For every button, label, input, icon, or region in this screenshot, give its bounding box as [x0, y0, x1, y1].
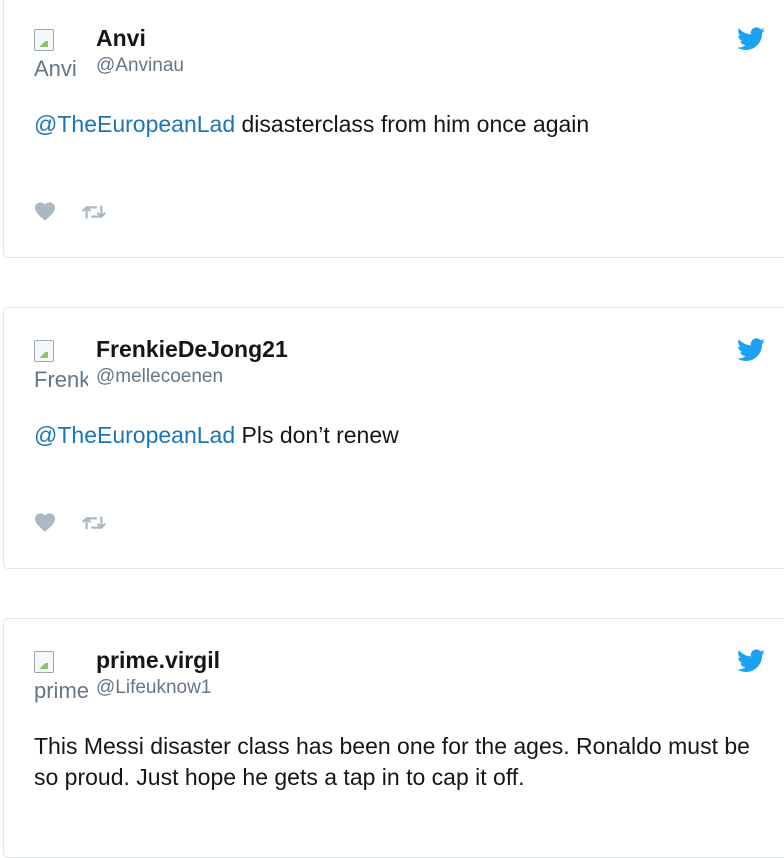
avatar-alt-text: Anvi	[34, 56, 77, 81]
twitter-bird-icon[interactable]	[737, 27, 765, 51]
broken-image-icon	[34, 340, 54, 362]
retweet-icon[interactable]	[82, 203, 107, 221]
author-handle[interactable]: @Anvinau	[96, 55, 184, 77]
author-handle[interactable]: @mellecoenen	[96, 366, 223, 388]
avatar[interactable]: FrenkieDeJong21	[34, 338, 88, 392]
tweet-actions	[34, 512, 107, 538]
tweet-body: Pls don’t renew	[235, 422, 399, 448]
mention-link[interactable]: @TheEuropeanLad	[34, 111, 235, 137]
twitter-bird-icon[interactable]	[737, 649, 765, 673]
tweet-text: @TheEuropeanLad Pls don’t renew	[34, 420, 764, 451]
tweet-text: This Messi disaster class has been one f…	[34, 731, 764, 793]
tweet-card: FrenkieDeJong21 FrenkieDeJong21 @melleco…	[3, 307, 784, 569]
broken-image-icon	[34, 651, 54, 673]
avatar-alt-text: prime.virgil	[34, 678, 88, 703]
author-name[interactable]: FrenkieDeJong21	[96, 336, 288, 363]
avatar-alt-text: FrenkieDeJong21	[34, 367, 88, 392]
tweet-body: This Messi disaster class has been one f…	[34, 733, 750, 790]
tweet-actions	[34, 201, 107, 227]
avatar[interactable]: Anvi	[34, 27, 88, 81]
author-name[interactable]: prime.virgil	[96, 647, 220, 674]
retweet-icon[interactable]	[82, 514, 107, 532]
author-name[interactable]: Anvi	[96, 25, 146, 52]
heart-icon[interactable]	[34, 512, 56, 532]
author-handle[interactable]: @Lifeuknow1	[96, 677, 211, 699]
avatar[interactable]: prime.virgil	[34, 649, 88, 703]
broken-image-icon	[34, 29, 54, 51]
tweet-body: disasterclass from him once again	[235, 111, 590, 137]
heart-icon[interactable]	[34, 201, 56, 221]
twitter-bird-icon[interactable]	[737, 338, 765, 362]
tweet-card: prime.virgil prime.virgil @Lifeuknow1 Th…	[3, 618, 784, 858]
mention-link[interactable]: @TheEuropeanLad	[34, 422, 235, 448]
tweet-text: @TheEuropeanLad disasterclass from him o…	[34, 109, 764, 140]
tweet-card: Anvi Anvi @Anvinau @TheEuropeanLad disas…	[3, 0, 784, 258]
